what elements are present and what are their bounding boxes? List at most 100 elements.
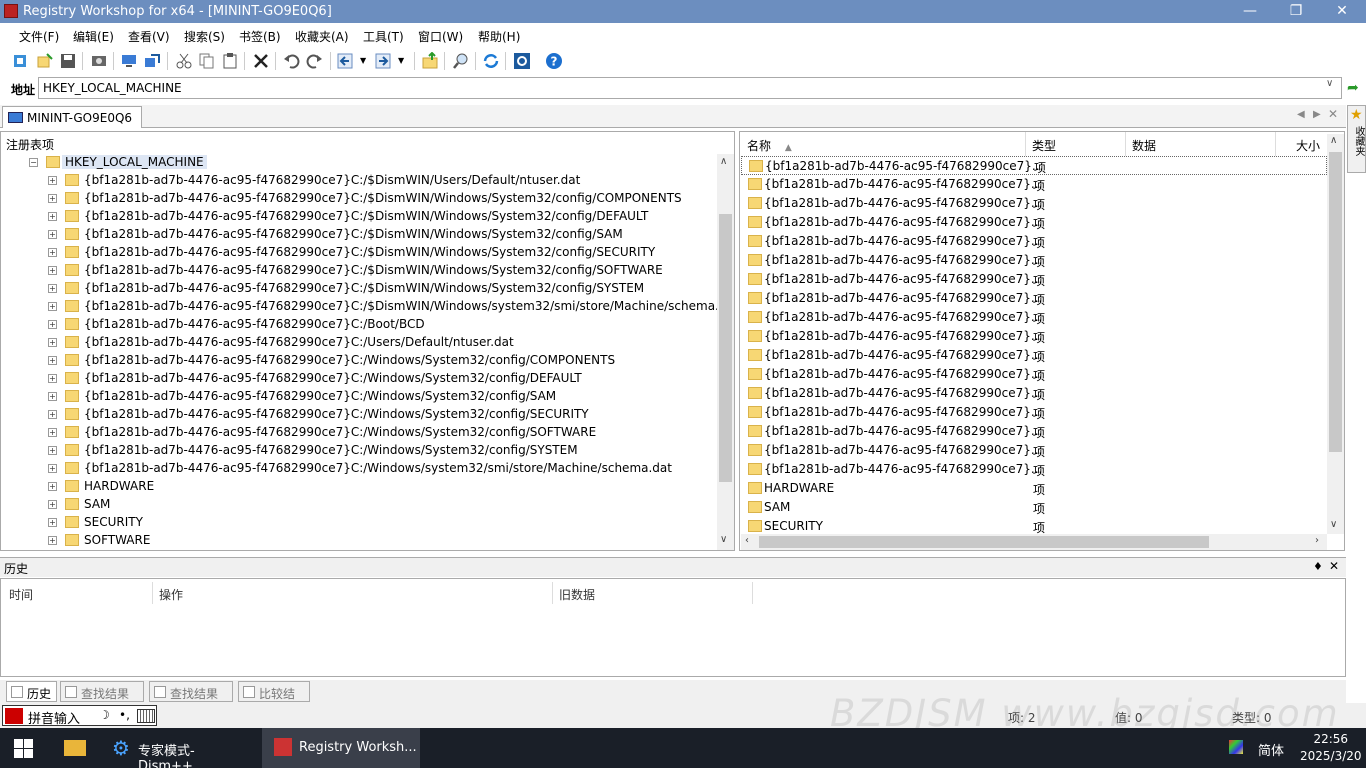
tree-scrollbar[interactable]: ∧ ∨ — [717, 154, 734, 550]
expand-icon[interactable]: + — [48, 500, 57, 509]
list-hscroll-thumb[interactable] — [759, 536, 1209, 548]
language-indicator[interactable]: 简体 — [1258, 740, 1284, 759]
tree-node[interactable]: + SOFTWARE — [2, 532, 717, 550]
list-row[interactable]: {bf1a281b-ad7b-4476-ac95-f47682990ce7}..… — [741, 384, 1327, 403]
file-explorer-icon[interactable] — [64, 740, 86, 756]
collapse-icon[interactable]: − — [29, 158, 38, 167]
tab-find-results-1[interactable]: 查找结果 1 — [60, 681, 144, 716]
new-key-icon[interactable] — [36, 52, 54, 70]
tree-node[interactable]: + {bf1a281b-ad7b-4476-ac95-f47682990ce7}C… — [2, 208, 717, 226]
color-tray-icon[interactable] — [1229, 740, 1243, 754]
column-name[interactable]: 名称 ▲ — [741, 132, 1026, 156]
column-size[interactable]: 大小 — [1276, 132, 1326, 156]
list-row[interactable]: HARDWARE 项 — [741, 479, 1327, 498]
expand-icon[interactable]: + — [48, 464, 57, 473]
expand-icon[interactable]: + — [48, 536, 57, 545]
find-icon[interactable] — [452, 52, 470, 70]
history-col-time[interactable]: 时间 — [3, 582, 153, 604]
favorites-sidebar[interactable]: ★ 收藏夹 — [1347, 105, 1366, 173]
expand-icon[interactable]: + — [48, 428, 57, 437]
expand-icon[interactable]: + — [48, 518, 57, 527]
back-icon[interactable] — [337, 52, 355, 70]
close-button[interactable]: ✕ — [1319, 0, 1365, 23]
list-row[interactable]: {bf1a281b-ad7b-4476-ac95-f47682990ce7}..… — [741, 213, 1327, 232]
expand-icon[interactable]: + — [48, 338, 57, 347]
refresh-icon[interactable] — [482, 52, 500, 70]
moon-icon[interactable]: ☽ — [99, 708, 110, 722]
restore-button[interactable]: ❐ — [1273, 0, 1319, 23]
list-row[interactable]: {bf1a281b-ad7b-4476-ac95-f47682990ce7}..… — [741, 365, 1327, 384]
keyboard-icon[interactable] — [137, 709, 155, 723]
list-row[interactable]: SAM 项 — [741, 498, 1327, 517]
column-type[interactable]: 类型 — [1026, 132, 1126, 156]
list-row[interactable]: {bf1a281b-ad7b-4476-ac95-f47682990ce7}..… — [741, 156, 1327, 175]
tree-scroll-thumb[interactable] — [719, 214, 732, 482]
export-icon[interactable] — [143, 52, 161, 70]
tree-node[interactable]: + {bf1a281b-ad7b-4476-ac95-f47682990ce7}C… — [2, 190, 717, 208]
scroll-down-icon[interactable]: ∨ — [720, 534, 727, 545]
menu-tools[interactable]: 工具(T) — [363, 28, 404, 45]
parent-key-icon[interactable] — [421, 52, 439, 70]
tab-compare-results[interactable]: 比较结果 — [238, 681, 310, 718]
cut-icon[interactable] — [175, 52, 193, 70]
save-icon[interactable] — [59, 52, 77, 70]
tree-node[interactable]: + {bf1a281b-ad7b-4476-ac95-f47682990ce7}C… — [2, 316, 717, 334]
tab-prev-icon[interactable]: ◀ — [1297, 109, 1305, 120]
minimize-button[interactable]: — — [1227, 0, 1273, 23]
paste-icon[interactable] — [221, 52, 239, 70]
scroll-left-icon[interactable]: ‹ — [745, 535, 749, 546]
expand-icon[interactable]: + — [48, 374, 57, 383]
expand-icon[interactable]: + — [48, 410, 57, 419]
computer-icon[interactable] — [120, 52, 138, 70]
expand-icon[interactable]: + — [48, 194, 57, 203]
expand-icon[interactable]: + — [48, 230, 57, 239]
list-row[interactable]: {bf1a281b-ad7b-4476-ac95-f47682990ce7}..… — [741, 194, 1327, 213]
undo-icon[interactable] — [282, 52, 300, 70]
list-row[interactable]: {bf1a281b-ad7b-4476-ac95-f47682990ce7}..… — [741, 232, 1327, 251]
start-button[interactable] — [0, 728, 48, 768]
app-icon[interactable] — [4, 4, 18, 18]
pin-icon[interactable]: ♦ — [1313, 560, 1323, 573]
column-data[interactable]: 数据 — [1126, 132, 1276, 156]
copy-icon[interactable] — [198, 52, 216, 70]
expand-icon[interactable]: + — [48, 356, 57, 365]
delete-icon[interactable] — [252, 52, 270, 70]
tree-node[interactable]: + {bf1a281b-ad7b-4476-ac95-f47682990ce7}C… — [2, 370, 717, 388]
tab-next-icon[interactable]: ▶ — [1313, 109, 1321, 120]
tab-close-icon[interactable]: ✕ — [1328, 107, 1338, 121]
list-scroll-thumb[interactable] — [1329, 152, 1342, 452]
tree-node[interactable]: + {bf1a281b-ad7b-4476-ac95-f47682990ce7}C… — [2, 334, 717, 352]
taskbar-app-dism[interactable]: ⚙ 专家模式-Dism++... — [106, 728, 258, 774]
tab-find-results-2[interactable]: 查找结果 2 — [149, 681, 233, 716]
menu-edit[interactable]: 编辑(E) — [73, 28, 114, 45]
history-col-operation[interactable]: 操作 — [153, 582, 553, 604]
expand-icon[interactable]: + — [48, 446, 57, 455]
expand-icon[interactable]: + — [48, 482, 57, 491]
list-row[interactable]: {bf1a281b-ad7b-4476-ac95-f47682990ce7}..… — [741, 460, 1327, 479]
expand-icon[interactable]: + — [48, 320, 57, 329]
expand-icon[interactable]: + — [48, 176, 57, 185]
scroll-up-icon[interactable]: ∧ — [720, 156, 727, 167]
tree-node[interactable]: + {bf1a281b-ad7b-4476-ac95-f47682990ce7}C… — [2, 406, 717, 424]
scroll-right-icon[interactable]: › — [1315, 535, 1319, 546]
menu-file[interactable]: 文件(F) — [19, 28, 59, 45]
list-row[interactable]: {bf1a281b-ad7b-4476-ac95-f47682990ce7}..… — [741, 346, 1327, 365]
tree-node[interactable]: + {bf1a281b-ad7b-4476-ac95-f47682990ce7}C… — [2, 424, 717, 442]
ime-toolbar[interactable]: 拼音输入 ☽ •, — [2, 705, 157, 727]
tree-node[interactable]: + {bf1a281b-ad7b-4476-ac95-f47682990ce7}C… — [2, 280, 717, 298]
menu-window[interactable]: 窗口(W) — [418, 28, 463, 45]
settings-icon[interactable] — [513, 52, 531, 70]
tree-node[interactable]: + {bf1a281b-ad7b-4476-ac95-f47682990ce7}C… — [2, 226, 717, 244]
address-dropdown-icon[interactable]: ∨ — [1326, 78, 1333, 89]
list-row[interactable]: {bf1a281b-ad7b-4476-ac95-f47682990ce7}..… — [741, 175, 1327, 194]
tree-node[interactable]: + {bf1a281b-ad7b-4476-ac95-f47682990ce7}C… — [2, 442, 717, 460]
list-scrollbar[interactable]: ∧ ∨ — [1327, 134, 1344, 534]
tree-node[interactable]: + {bf1a281b-ad7b-4476-ac95-f47682990ce7}C… — [2, 352, 717, 370]
taskbar-app-registry-workshop[interactable]: Registry Worksh... — [262, 728, 420, 768]
list-row[interactable]: {bf1a281b-ad7b-4476-ac95-f47682990ce7}..… — [741, 422, 1327, 441]
list-row[interactable]: {bf1a281b-ad7b-4476-ac95-f47682990ce7}..… — [741, 327, 1327, 346]
tab-history[interactable]: 历史 — [6, 681, 57, 702]
snapshot-icon[interactable] — [90, 52, 108, 70]
menu-view[interactable]: 查看(V) — [128, 28, 170, 45]
list-row[interactable]: {bf1a281b-ad7b-4476-ac95-f47682990ce7}..… — [741, 441, 1327, 460]
